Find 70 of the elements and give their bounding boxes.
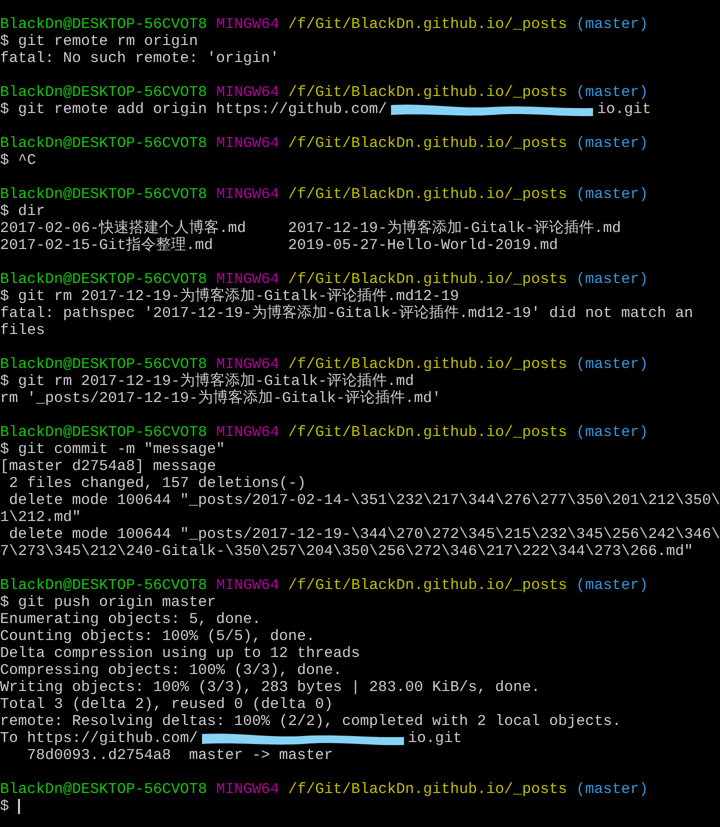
prompt-system: MINGW64	[216, 16, 280, 33]
prompt-path: /f/Git/BlackDn.github.io/_posts	[288, 16, 568, 33]
prompt-branch: (master)	[576, 424, 648, 441]
prompt-path: /f/Git/BlackDn.github.io/_posts	[288, 84, 568, 101]
file-name: 2017-02-15-Git指令整理.md	[0, 237, 214, 254]
prompt-user-host: BlackDn@DESKTOP-56CVOT8	[0, 781, 208, 798]
output-line: Delta compression using up to 12 threads	[0, 645, 360, 662]
prompt-user-host: BlackDn@DESKTOP-56CVOT8	[0, 271, 208, 288]
command-line: $ git push origin master	[0, 594, 216, 611]
output-line: io.git	[408, 730, 462, 747]
output-line: delete mode 100644 "_posts/2017-12-19-\344\270\272\345\215\232\345\256\242\346\	[8, 526, 720, 543]
output-line: Compressing objects: 100% (3/3), done.	[0, 662, 342, 679]
prompt-system: MINGW64	[216, 135, 280, 152]
prompt-system: MINGW64	[216, 84, 280, 101]
output-line: rm '_posts/2017-12-19-为博客添加-Gitalk-评论插件.md'	[0, 390, 442, 407]
prompt-path: /f/Git/BlackDn.github.io/_posts	[288, 577, 568, 594]
output-line: fatal: pathspec '2017-12-19-为博客添加-Gitalk-评论插件.md12-19' did not match an	[0, 305, 694, 322]
command-line: $ git remote rm origin	[0, 33, 198, 50]
output-line: 7\273\345\212\240-Gitalk-\350\257\204\350\256\272\346\217\222\344\273\266.md"	[0, 543, 694, 560]
prompt-path: /f/Git/BlackDn.github.io/_posts	[288, 271, 568, 288]
prompt-user-host: BlackDn@DESKTOP-56CVOT8	[0, 84, 208, 101]
output-line: delete mode 100644 "_posts/2017-02-14-\351\232\217\344\276\277\350\201\212\350\	[8, 492, 720, 509]
command-line: io.git	[597, 101, 652, 118]
prompt-system: MINGW64	[216, 271, 280, 288]
prompt-branch: (master)	[576, 186, 648, 203]
output-line: fatal: No such remote: 'origin'	[0, 50, 280, 67]
prompt-user-host: BlackDn@DESKTOP-56CVOT8	[0, 356, 208, 373]
prompt-user-host: BlackDn@DESKTOP-56CVOT8	[0, 577, 208, 594]
output-line: files	[0, 322, 46, 339]
file-name: 2017-12-19-为博客添加-Gitalk-评论插件.md	[288, 220, 622, 237]
command-line: $ ^C	[0, 152, 36, 169]
output-line: 1\212.md"	[0, 509, 82, 526]
output-line: Total 3 (delta 2), reused 0 (delta 0)	[0, 696, 334, 713]
prompt-path: /f/Git/BlackDn.github.io/_posts	[288, 424, 568, 441]
prompt-branch: (master)	[576, 16, 648, 33]
output-line: Enumerating objects: 5, done.	[0, 611, 262, 628]
output-line: To https://github.com/	[0, 730, 198, 747]
prompt-branch: (master)	[576, 84, 648, 101]
prompt-branch: (master)	[576, 356, 648, 373]
output-line: [master d2754a8] message	[0, 458, 216, 475]
prompt-user-host: BlackDn@DESKTOP-56CVOT8	[0, 424, 208, 441]
prompt-user-host: BlackDn@DESKTOP-56CVOT8	[0, 135, 208, 152]
prompt-branch: (master)	[576, 781, 648, 798]
output-line: Counting objects: 100% (5/5), done.	[0, 628, 316, 645]
prompt-path: /f/Git/BlackDn.github.io/_posts	[288, 135, 568, 152]
output-line: Writing objects: 100% (3/3), 283 bytes | 283.00 KiB/s, done.	[0, 679, 540, 696]
output-line: 78d0093..d2754a8 master -> master	[26, 747, 334, 764]
command-line: $ dir	[0, 203, 46, 220]
command-line: $ git rm 2017-12-19-为博客添加-Gitalk-评论插件.md12-19	[0, 288, 460, 305]
prompt-branch: (master)	[576, 577, 648, 594]
prompt-branch: (master)	[576, 135, 648, 152]
prompt-branch: (master)	[576, 271, 648, 288]
command-line: $	[0, 798, 10, 815]
output-line: 2 files changed, 157 deletions(-)	[8, 475, 306, 492]
output-line: remote: Resolving deltas: 100% (2/2), completed with 2 local objects.	[0, 713, 622, 730]
prompt-user-host: BlackDn@DESKTOP-56CVOT8	[0, 186, 208, 203]
prompt-system: MINGW64	[216, 186, 280, 203]
prompt-path: /f/Git/BlackDn.github.io/_posts	[288, 781, 568, 798]
prompt-path: /f/Git/BlackDn.github.io/_posts	[288, 186, 568, 203]
command-line: $ git remote add origin https://github.com/	[0, 101, 388, 118]
prompt-user-host: BlackDn@DESKTOP-56CVOT8	[0, 16, 208, 33]
prompt-system: MINGW64	[216, 781, 280, 798]
command-line: $ git commit -m "message"	[0, 441, 226, 458]
file-name: 2019-05-27-Hello-World-2019.md	[288, 237, 558, 254]
prompt-system: MINGW64	[216, 356, 280, 373]
file-name: 2017-02-06-快速搭建个人博客.md	[0, 220, 248, 237]
prompt-path: /f/Git/BlackDn.github.io/_posts	[288, 356, 568, 373]
prompt-system: MINGW64	[216, 577, 280, 594]
command-line: $ git rm 2017-12-19-为博客添加-Gitalk-评论插件.md	[0, 373, 414, 390]
prompt-system: MINGW64	[216, 424, 280, 441]
